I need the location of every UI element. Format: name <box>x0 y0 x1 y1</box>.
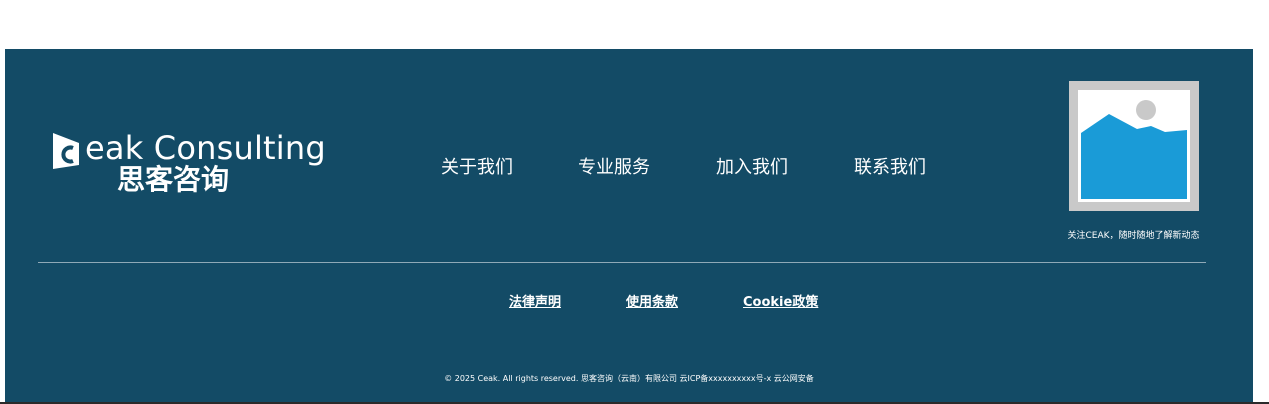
qr-code-image <box>1069 81 1199 211</box>
nav-item-about[interactable]: 关于我们 <box>441 156 513 180</box>
legal-link-statement[interactable]: 法律声明 <box>509 295 561 311</box>
copyright-text: © 2025 Ceak. All rights reserved. 思客咨询（云… <box>444 374 814 383</box>
site-footer: eak Consulting 思客咨询 关于我们 专业服务 加入我们 联系我们 … <box>5 49 1253 404</box>
footer-divider <box>38 262 1206 263</box>
image-placeholder-icon <box>1078 90 1190 202</box>
legal-link-terms[interactable]: 使用条款 <box>626 295 678 311</box>
nav-item-services[interactable]: 专业服务 <box>578 156 650 180</box>
footer-nav: 关于我们 专业服务 加入我们 联系我们 <box>5 156 1253 182</box>
nav-item-contact[interactable]: 联系我们 <box>854 156 926 180</box>
legal-links: 法律声明 使用条款 Cookie政策 <box>5 295 1253 313</box>
qr-caption: 关注CEAK，随时随地了解新动态 <box>1067 231 1200 241</box>
legal-link-cookie[interactable]: Cookie政策 <box>743 295 818 311</box>
scrollbar-gutter <box>1253 0 1269 404</box>
nav-item-join[interactable]: 加入我们 <box>716 156 788 180</box>
page-top-area <box>0 0 1269 49</box>
